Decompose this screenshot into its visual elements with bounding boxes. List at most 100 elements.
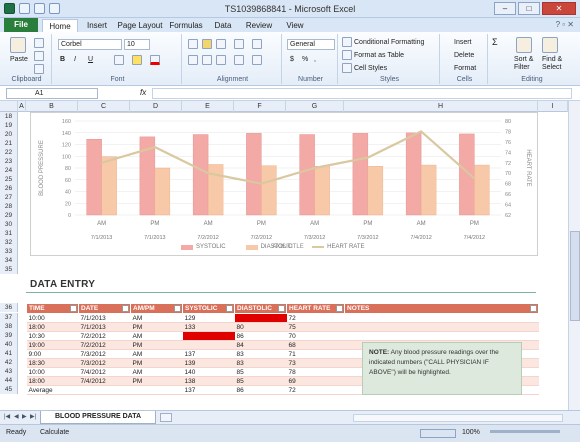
table-cell[interactable]: 85	[234, 376, 287, 386]
align-left-icon[interactable]	[188, 55, 198, 65]
font-name-combo[interactable]: Corbel	[58, 39, 122, 50]
sheet-tab-blood-pressure-data[interactable]: BLOOD PRESSURE DATA	[40, 411, 156, 424]
row-header-34[interactable]: 34	[0, 256, 18, 265]
help-icon[interactable]: ? ▫ ✕	[556, 20, 574, 29]
find-select-icon[interactable]	[542, 37, 558, 53]
format-table-button[interactable]: Format as Table	[354, 52, 404, 59]
cut-icon[interactable]	[34, 38, 44, 48]
table-cell[interactable]: 18:00	[26, 322, 79, 332]
col-g[interactable]: G	[286, 101, 344, 112]
table-cell[interactable]: 86	[234, 385, 287, 395]
header-am-pm[interactable]: AM/PM	[130, 303, 183, 314]
minimize-button[interactable]: –	[494, 2, 516, 15]
tab-view[interactable]: View	[280, 19, 310, 32]
bold-button[interactable]: B	[60, 56, 65, 63]
blood-pressure-chart[interactable]: 0 20 40 60 80 100 120 140 160 62 64 66 68 70 72 74 76 78 8…	[30, 112, 538, 256]
table-cell[interactable]: 19:00	[26, 340, 79, 350]
cell-styles-button[interactable]: Cell Styles	[354, 65, 387, 72]
italic-button[interactable]: I	[74, 56, 76, 63]
orientation-icon[interactable]	[234, 39, 244, 49]
table-cell[interactable]: 18:30	[26, 358, 79, 368]
row-header-21[interactable]: 21	[0, 139, 18, 148]
vertical-scrollbar[interactable]	[568, 101, 580, 410]
table-cell[interactable]: PM	[130, 358, 183, 368]
table-cell[interactable]: AM	[130, 349, 183, 359]
row-header-23[interactable]: 23	[0, 157, 18, 166]
merge-center-icon[interactable]	[252, 55, 262, 65]
row-header-18[interactable]: 18	[0, 112, 18, 121]
maximize-button[interactable]: □	[518, 2, 540, 15]
header-notes[interactable]: NOTES	[344, 303, 539, 314]
underline-button[interactable]: U	[88, 56, 93, 63]
table-cell[interactable]: 18:00	[26, 376, 79, 386]
select-all[interactable]	[0, 101, 18, 112]
header-heart-rate[interactable]: HEART RATE	[286, 303, 345, 314]
table-cell[interactable]: 7/1/2013	[78, 322, 131, 332]
table-cell[interactable]: 72	[286, 385, 345, 395]
table-cell[interactable]: 7/4/2012	[78, 367, 131, 377]
table-cell[interactable]: 72	[286, 313, 345, 323]
zoom-slider[interactable]	[490, 430, 560, 433]
table-cell[interactable]: 7/3/2012	[78, 349, 131, 359]
new-sheet-icon[interactable]	[160, 413, 172, 422]
table-cell[interactable]	[182, 331, 235, 341]
table-cell[interactable]: 69	[286, 376, 345, 386]
table-cell[interactable]: 75	[286, 322, 345, 332]
row-header-25[interactable]: 25	[0, 175, 18, 184]
insert-button[interactable]: Insert	[454, 39, 472, 46]
col-h[interactable]: H	[344, 101, 538, 112]
row-header-27[interactable]: 27	[0, 193, 18, 202]
table-cell[interactable]: 68	[286, 340, 345, 350]
col-b[interactable]: B	[26, 101, 78, 112]
col-c[interactable]: C	[78, 101, 130, 112]
delete-button[interactable]: Delete	[454, 52, 474, 59]
col-i[interactable]: I	[538, 101, 568, 112]
table-cell[interactable]: 7/3/2012	[78, 358, 131, 368]
row-header-45[interactable]: 45	[0, 385, 18, 394]
table-cell[interactable]: 10:00	[26, 367, 79, 377]
table-cell[interactable]: 139	[182, 358, 235, 368]
find-select-button[interactable]: Find &	[542, 56, 562, 63]
table-cell[interactable]: 7/4/2012	[78, 376, 131, 386]
paste-button[interactable]: Paste	[10, 56, 28, 63]
fx-icon[interactable]: fx	[140, 88, 146, 97]
row-header-41[interactable]: 41	[0, 349, 18, 358]
sort-filter-button[interactable]: Sort &	[514, 56, 533, 63]
table-cell[interactable]: 85	[234, 367, 287, 377]
row-header-31[interactable]: 31	[0, 229, 18, 238]
col-f[interactable]: F	[234, 101, 286, 112]
copy-icon[interactable]	[34, 51, 44, 61]
number-format-combo[interactable]: General	[287, 39, 335, 50]
table-cell[interactable]: 10:00	[26, 313, 79, 323]
table-cell[interactable]: AM	[130, 331, 183, 341]
font-size-combo[interactable]: 10	[124, 39, 150, 50]
filter-dropdown-icon[interactable]	[278, 305, 285, 312]
row-header-35[interactable]: 35	[0, 265, 18, 274]
paste-icon[interactable]	[10, 37, 26, 53]
row-header-28[interactable]: 28	[0, 202, 18, 211]
table-cell[interactable]: 137	[182, 385, 235, 395]
vertical-scroll-thumb[interactable]	[570, 231, 580, 321]
format-button[interactable]: Format	[454, 65, 476, 72]
row-header-39[interactable]: 39	[0, 331, 18, 340]
close-button[interactable]: ✕	[542, 2, 576, 15]
table-cell[interactable]: 86	[234, 331, 287, 341]
table-cell[interactable]: 73	[286, 358, 345, 368]
table-cell[interactable]: 138	[182, 376, 235, 386]
header-date[interactable]: DATE	[78, 303, 131, 314]
row-header-37[interactable]: 37	[0, 313, 18, 322]
name-box[interactable]: A1	[6, 88, 98, 99]
table-cell[interactable]: PM	[130, 376, 183, 386]
sort-filter-button-2[interactable]: Filter	[514, 64, 530, 71]
filter-dropdown-icon[interactable]	[174, 305, 181, 312]
table-cell[interactable]	[182, 340, 235, 350]
tab-formulas[interactable]: Formulas	[166, 19, 206, 32]
cell-styles-icon[interactable]	[342, 63, 352, 73]
tab-data[interactable]: Data	[208, 19, 238, 32]
table-cell[interactable]: AM	[130, 367, 183, 377]
row-header-33[interactable]: 33	[0, 247, 18, 256]
conditional-formatting-icon[interactable]	[342, 37, 352, 47]
filter-dropdown-icon[interactable]	[70, 305, 77, 312]
prev-sheet-icon[interactable]: ◀	[14, 414, 21, 421]
row-header-24[interactable]: 24	[0, 166, 18, 175]
